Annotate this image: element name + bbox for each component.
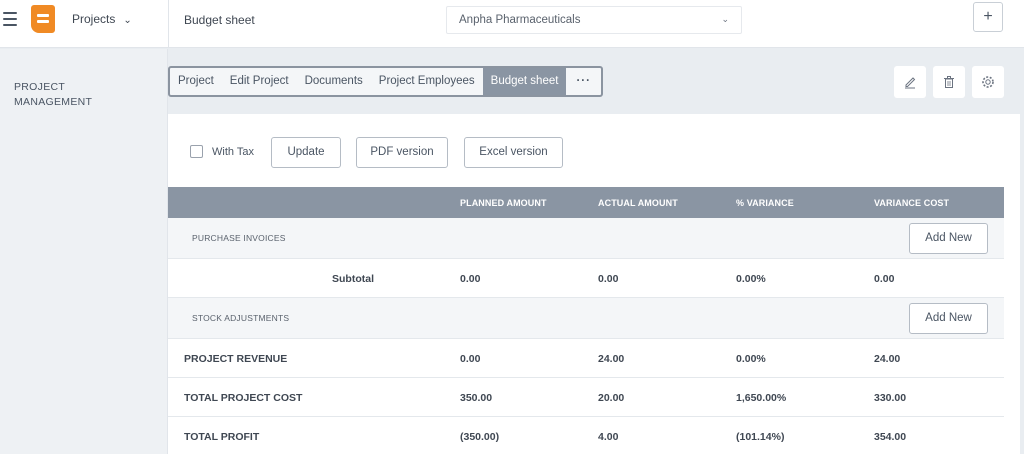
company-select-value: Anpha Pharmaceuticals (459, 14, 581, 26)
cell-planned: 0.00 (460, 273, 481, 285)
company-select[interactable]: Anpha Pharmaceuticals ⌄ (446, 6, 742, 34)
column-header-actual: ACTUAL AMOUNT (598, 198, 678, 208)
cell-actual: 4.00 (598, 431, 619, 443)
hamburger-menu-icon[interactable] (3, 12, 17, 26)
column-header-variance-cost: VARIANCE COST (874, 198, 950, 208)
cell-variance-cost: 354.00 (874, 431, 907, 443)
table-row-total-profit: TOTAL PROFIT (350.00) 4.00 (101.14%) 354… (168, 417, 1004, 454)
add-button[interactable]: + (973, 2, 1003, 32)
sidebar-section-project-management[interactable]: PROJECT MANAGEMENT (14, 80, 144, 110)
section-label: STOCK ADJUSTMENTS (192, 313, 290, 323)
cell-variance-pct: 0.00% (736, 273, 766, 285)
row-label: TOTAL PROFIT (184, 431, 260, 443)
cell-planned: 0.00 (460, 353, 481, 365)
top-bar: Projects ⌄ Budget sheet Anpha Pharmaceuti… (0, 0, 1024, 48)
edit-icon (905, 77, 916, 89)
cell-variance-pct: 0.00% (736, 353, 766, 365)
budget-toolbar: With Tax Update PDF version Excel versio… (168, 114, 1020, 187)
cell-variance-cost: 330.00 (874, 392, 907, 404)
cell-variance-pct: 1,650.00% (736, 392, 787, 404)
table-header: PLANNED AMOUNT ACTUAL AMOUNT % VARIANCE … (168, 187, 1004, 218)
table-row-total-project-cost: TOTAL PROJECT COST 350.00 20.00 1,650.00… (168, 378, 1004, 417)
update-button[interactable]: Update (271, 137, 341, 168)
gear-icon (982, 76, 994, 88)
column-header-variance-pct: % VARIANCE (736, 198, 794, 208)
cell-variance-pct: (101.14%) (736, 431, 785, 443)
with-tax-checkbox[interactable] (190, 145, 203, 158)
pdf-version-button[interactable]: PDF version (356, 137, 448, 168)
add-new-purchase-invoice-button[interactable]: Add New (909, 223, 988, 254)
column-header-planned: PLANNED AMOUNT (460, 198, 547, 208)
projects-dropdown-label: Projects (72, 12, 116, 26)
tab-project[interactable]: Project (170, 68, 222, 95)
section-label: PURCHASE INVOICES (192, 233, 286, 243)
cell-actual: 20.00 (598, 392, 625, 404)
edit-button[interactable] (894, 66, 926, 98)
plus-icon: + (983, 8, 993, 25)
sidebar: PROJECT MANAGEMENT (0, 49, 168, 454)
cell-actual: 0.00 (598, 273, 619, 285)
tab-budget-sheet[interactable]: Budget sheet (482, 68, 567, 95)
project-tabs: Project Edit Project Documents Project E… (168, 66, 603, 97)
budget-sheet-panel: With Tax Update PDF version Excel versio… (168, 114, 1020, 454)
trash-icon (944, 76, 954, 88)
breadcrumb: Budget sheet (184, 13, 255, 27)
row-label: TOTAL PROJECT COST (184, 392, 303, 404)
row-label: Subtotal (332, 273, 374, 285)
settings-button[interactable] (972, 66, 1004, 98)
divider (168, 0, 169, 48)
app-logo (31, 5, 55, 33)
excel-version-button[interactable]: Excel version (464, 137, 563, 168)
delete-button[interactable] (933, 66, 965, 98)
cell-actual: 24.00 (598, 353, 625, 365)
table-row-project-revenue: PROJECT REVENUE 0.00 24.00 0.00% 24.00 (168, 339, 1004, 378)
chevron-down-icon: ⌄ (123, 15, 132, 26)
projects-dropdown[interactable]: Projects ⌄ (72, 12, 132, 26)
row-label: PROJECT REVENUE (184, 353, 288, 365)
chevron-down-icon: ⌄ (721, 14, 729, 24)
cell-variance-cost: 0.00 (874, 273, 895, 285)
tab-documents[interactable]: Documents (297, 68, 371, 95)
more-tabs-icon[interactable]: ··· (566, 68, 601, 95)
section-stock-adjustments: STOCK ADJUSTMENTS Add New (168, 298, 1004, 339)
tab-project-employees[interactable]: Project Employees (371, 68, 483, 95)
tab-edit-project[interactable]: Edit Project (222, 68, 297, 95)
cell-planned: (350.00) (460, 431, 500, 443)
section-purchase-invoices: PURCHASE INVOICES Add New (168, 218, 1004, 259)
with-tax-label: With Tax (212, 146, 254, 158)
add-new-stock-adjustment-button[interactable]: Add New (909, 303, 988, 334)
cell-planned: 350.00 (460, 392, 493, 404)
cell-variance-cost: 24.00 (874, 353, 901, 365)
table-row-subtotal: Subtotal 0.00 0.00 0.00% 0.00 (168, 259, 1004, 298)
